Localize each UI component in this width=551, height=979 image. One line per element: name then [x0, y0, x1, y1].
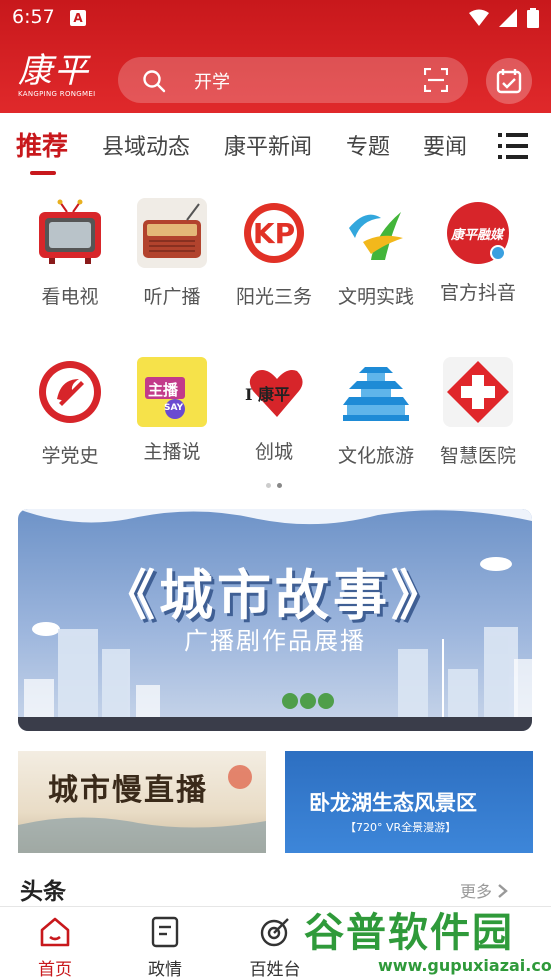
- grid-page-indicator: [266, 483, 282, 488]
- status-time: 6:57: [12, 6, 55, 28]
- banner-subtitle: 广播剧作品展播: [184, 627, 366, 655]
- banner-road: [18, 717, 532, 731]
- nav-label: 首页: [38, 960, 72, 979]
- grid-label: 文明实践: [337, 286, 414, 308]
- nav-government[interactable]: 政情: [120, 915, 210, 979]
- status-bar: 6:57 A: [0, 0, 551, 36]
- grid-label: 创城: [254, 441, 293, 463]
- grid-label: 智慧医院: [439, 445, 516, 467]
- logo-subtext: KANGPING RONGMEI: [18, 90, 96, 98]
- anchor-badge-text: 主播: [148, 381, 179, 399]
- page-dot-active: [277, 483, 282, 488]
- pagoda-icon: [343, 367, 409, 421]
- anchor-badge-sub: SAY: [164, 403, 184, 413]
- target-icon: [260, 918, 289, 947]
- category-tabs: 推荐 县域动态 康平新闻 专题 要闻: [0, 113, 551, 181]
- tab-kangping-news[interactable]: 康平新闻: [224, 129, 312, 161]
- nav-home[interactable]: 首页: [10, 915, 100, 979]
- status-icons: [469, 8, 539, 28]
- banner-title: 《城市故事》: [101, 564, 449, 627]
- app-header: 6:57 A 康平 KANGPING RONGMEI 开学: [0, 0, 551, 113]
- svg-text:KP: KP: [253, 217, 295, 250]
- scan-icon[interactable]: [424, 68, 448, 92]
- douyin-badge-text: 康平融媒: [451, 228, 504, 243]
- page-dot: [266, 483, 271, 488]
- grid-label: 学党史: [41, 445, 99, 467]
- calendar-button[interactable]: [486, 58, 532, 104]
- civilization-icon: [349, 212, 403, 260]
- grid-item-civilization[interactable]: 文明实践: [326, 198, 426, 309]
- hospital-cross-icon: [443, 357, 513, 427]
- grid-label: 主播说: [143, 441, 201, 463]
- nav-label: 政情: [148, 960, 182, 979]
- card-title: 卧龙湖生态风景区: [309, 791, 477, 815]
- grid-label: 听广播: [143, 286, 201, 308]
- heart-city-text: I 康平: [245, 385, 291, 404]
- notification-a-icon: A: [70, 10, 86, 26]
- watermark-url: www.gupuxiazai.com: [378, 956, 551, 975]
- watermark: 谷普软件园 www.gupuxiazai.com: [300, 896, 551, 979]
- douyin-icon: 康平融媒: [443, 198, 513, 268]
- lake-scene-illustration: [18, 765, 266, 853]
- grid-item-create-city[interactable]: I 康平 创城: [224, 357, 324, 464]
- headline-section-title: 头条: [20, 879, 66, 905]
- menu-list-icon[interactable]: [498, 133, 528, 159]
- grid-label: 官方抖音: [439, 282, 516, 304]
- tab-county-news[interactable]: 县域动态: [102, 129, 190, 161]
- battery-icon: [527, 8, 539, 28]
- search-icon: [143, 70, 166, 93]
- home-icon: [40, 917, 70, 947]
- wolong-lake-card[interactable]: 卧龙湖生态风景区 【720° VR全景漫游】: [285, 751, 533, 853]
- grid-item-culture-tourism[interactable]: 文化旅游: [326, 357, 426, 468]
- search-bar[interactable]: 开学: [118, 57, 468, 103]
- card-subtitle: 【720° VR全景漫游】: [345, 821, 457, 834]
- tab-topics[interactable]: 专题: [346, 129, 390, 161]
- grid-item-sunshine-affairs[interactable]: KP 阳光三务: [224, 198, 324, 309]
- document-icon: [151, 916, 179, 948]
- grid-label: 阳光三务: [235, 286, 312, 308]
- wifi-icon: [469, 9, 489, 26]
- heart-city-icon: I 康平: [239, 357, 309, 427]
- grid-item-smart-hospital[interactable]: 智慧医院: [428, 357, 528, 468]
- party-emblem-icon: [39, 361, 101, 423]
- grid-item-anchor[interactable]: 主播 SAY 主播说: [122, 357, 222, 464]
- logo-text: 康平: [18, 51, 90, 91]
- search-input[interactable]: 开学: [194, 68, 230, 94]
- grid-item-douyin[interactable]: 康平融媒 官方抖音: [428, 198, 528, 305]
- radio-icon: [137, 198, 207, 268]
- grid-label: 文化旅游: [337, 445, 414, 467]
- slow-live-card[interactable]: 城市慢直播: [18, 751, 266, 853]
- grid-item-radio[interactable]: 听广播: [122, 198, 222, 309]
- promo-banner[interactable]: 《城市故事》 广播剧作品展播: [18, 509, 532, 731]
- signal-icon: [499, 9, 517, 27]
- calendar-check-icon: [496, 69, 522, 94]
- anchor-icon: 主播 SAY: [137, 357, 207, 427]
- tab-headlines[interactable]: 要闻: [423, 129, 467, 161]
- active-tab-indicator: [30, 171, 56, 175]
- kp-logo-icon: KP: [244, 203, 304, 263]
- grid-item-tv[interactable]: 看电视: [20, 198, 120, 309]
- app-logo[interactable]: 康平 KANGPING RONGMEI: [18, 52, 108, 104]
- grid-item-party-history[interactable]: 学党史: [20, 357, 120, 468]
- tv-icon: [39, 199, 101, 264]
- tab-recommend[interactable]: 推荐: [16, 126, 68, 163]
- watermark-text: 谷普软件园: [304, 910, 514, 956]
- grid-label: 看电视: [41, 286, 99, 308]
